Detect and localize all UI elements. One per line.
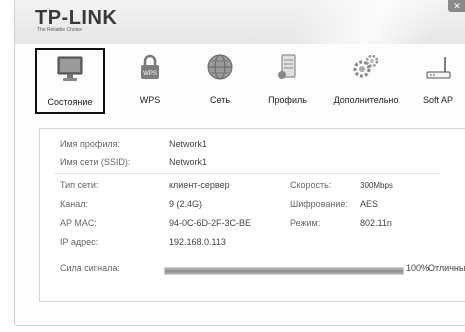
main-toolbar: Состояние WPS WPS Сеть Профиль Дополните…	[15, 44, 465, 122]
tab-soft-ap-label: Soft AP	[422, 95, 454, 105]
signal-strength-fill	[165, 268, 403, 274]
mode-value: 802.11n	[360, 218, 392, 228]
ssid-label: Имя сети (SSID):	[60, 157, 131, 167]
gears-icon	[351, 52, 381, 87]
ap-mac-label: AP MAC:	[60, 218, 97, 228]
ap-mac-value: 94-0C-6D-2F-3C-BE	[169, 218, 252, 228]
channel-label: Канал:	[60, 199, 88, 209]
network-type-value: клиент-сервер	[169, 180, 230, 190]
ip-value: 192.168.0.113	[169, 237, 226, 247]
tab-network[interactable]: Сеть	[195, 48, 245, 114]
encryption-label: Шифрование:	[290, 199, 348, 209]
header-sheen	[226, 0, 465, 44]
utility-window: TP-LINK The Reliable Choice ✕ Состояние	[14, 0, 465, 326]
ip-label: IP адрес:	[60, 237, 99, 247]
brand-tagline: The Reliable Choice	[37, 27, 83, 33]
status-panel: Имя профиля: Network1 Имя сети (SSID): N…	[39, 128, 465, 302]
tab-wps[interactable]: WPS WPS	[125, 48, 175, 114]
tab-profile[interactable]: Профиль	[260, 48, 315, 114]
tab-advanced[interactable]: Дополнительно	[325, 48, 407, 114]
signal-strength-bar	[164, 267, 404, 275]
svg-text:WPS: WPS	[143, 71, 157, 77]
profile-name-value: Network1	[169, 139, 208, 149]
encryption-value: AES	[360, 199, 379, 209]
speed-label: Скорость:	[290, 180, 332, 190]
network-type-label: Тип сети:	[60, 180, 99, 190]
tab-profile-label: Профиль	[268, 95, 307, 105]
profile-icon	[273, 52, 303, 87]
globe-icon	[205, 52, 235, 87]
title-bar: TP-LINK The Reliable Choice ✕	[15, 0, 465, 44]
tab-wps-label: WPS	[139, 95, 161, 105]
ssid-value: Network1	[169, 157, 208, 167]
tab-status[interactable]: Состояние	[35, 48, 105, 114]
tab-soft-ap[interactable]: Soft AP	[413, 48, 463, 114]
brand-logo: TP-LINK	[35, 7, 118, 29]
channel-value: 9 (2.4G)	[169, 199, 203, 209]
router-icon	[423, 52, 453, 87]
profile-name-label: Имя профиля:	[60, 139, 120, 149]
signal-percent: 100%	[406, 263, 430, 273]
monitor-icon	[55, 54, 85, 89]
signal-quality: Отличный	[428, 263, 465, 273]
close-button[interactable]: ✕	[448, 0, 465, 12]
section-divider	[54, 173, 440, 174]
tab-network-label: Сеть	[209, 95, 231, 105]
mode-label: Режим:	[290, 218, 321, 228]
tab-status-label: Состояние	[47, 97, 93, 107]
wps-lock-icon: WPS	[135, 52, 165, 87]
speed-value: 300Mbps	[360, 181, 393, 190]
signal-label: Сила сигнала:	[60, 263, 120, 273]
tab-advanced-label: Дополнительно	[333, 95, 399, 105]
